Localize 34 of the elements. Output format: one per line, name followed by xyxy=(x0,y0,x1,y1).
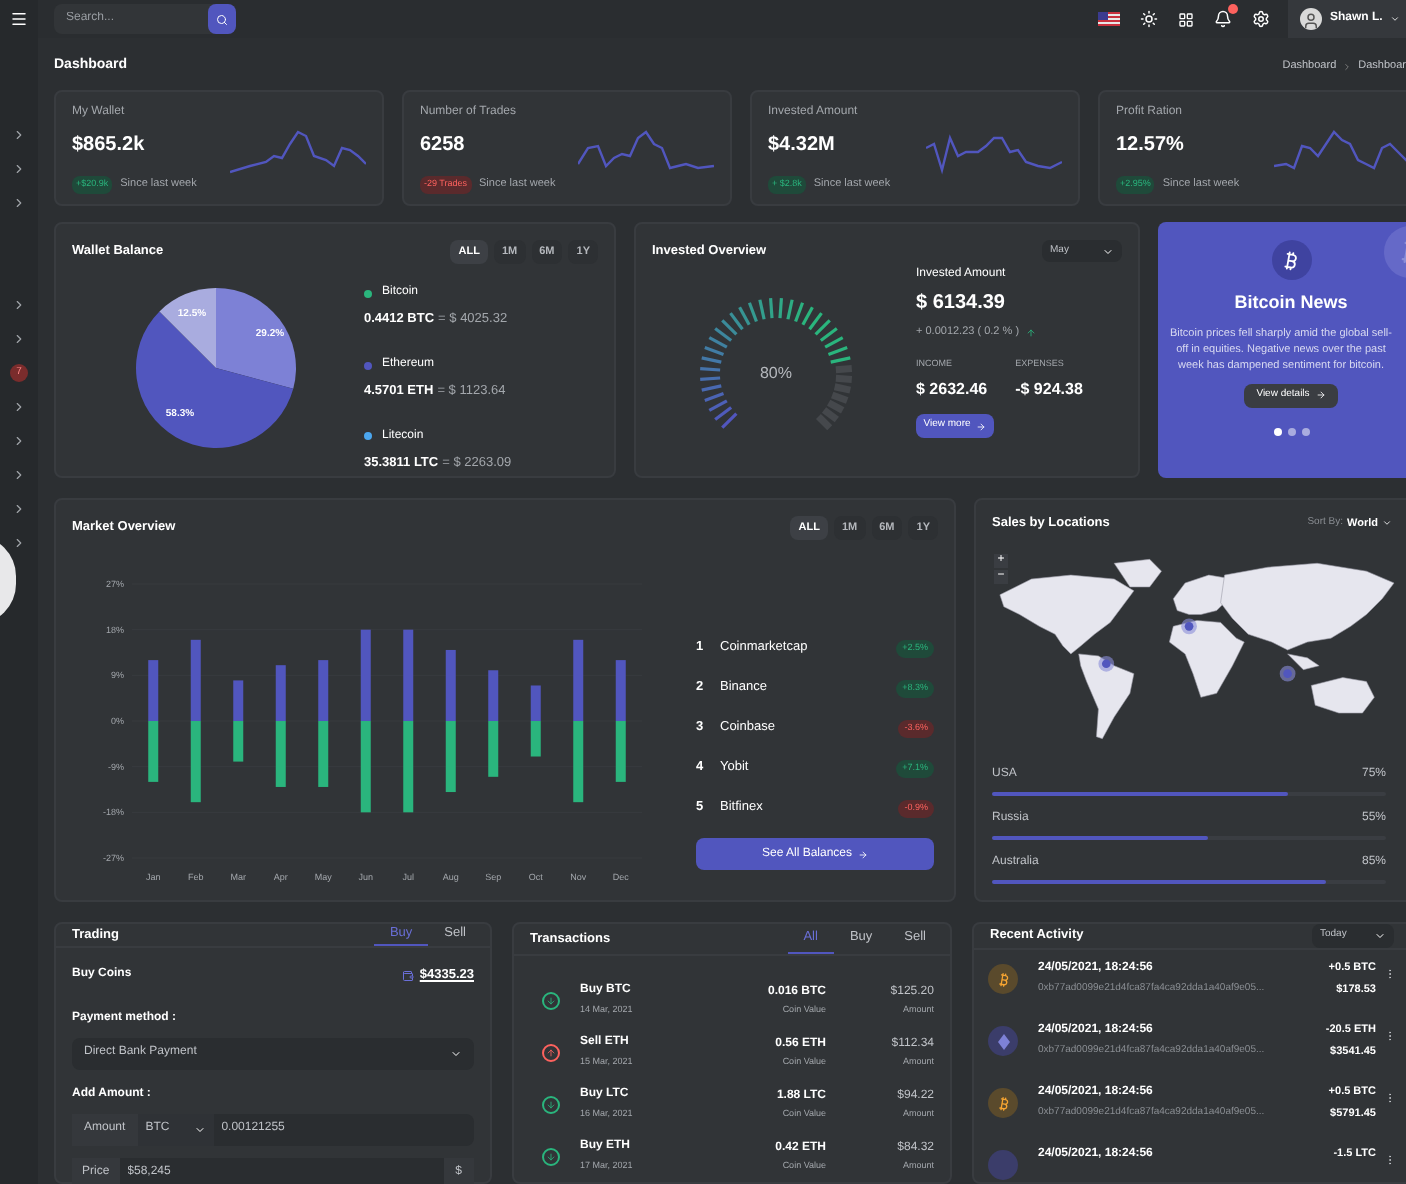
search-button[interactable] xyxy=(208,4,236,34)
menu-icon[interactable] xyxy=(10,10,28,28)
avatar xyxy=(1300,8,1322,30)
arrow-icon xyxy=(858,849,869,860)
caret-icon xyxy=(1102,245,1114,257)
wallet-icon xyxy=(401,969,414,982)
caret-icon xyxy=(1390,14,1401,24)
coin-icon xyxy=(988,1150,1018,1180)
notification-button[interactable] xyxy=(1214,10,1232,28)
stat-value: 6258 xyxy=(420,132,467,160)
income-value: $ 2632.46 xyxy=(916,378,988,402)
separator-icon xyxy=(1342,61,1353,71)
caret-icon xyxy=(193,1123,206,1135)
sun-icon[interactable] xyxy=(1140,10,1158,28)
arrow-icon xyxy=(976,421,987,431)
invested-amount: $ 6134.39 xyxy=(916,290,1007,318)
settings-icon[interactable] xyxy=(1252,10,1270,28)
stat-value: $4.32M xyxy=(768,132,837,160)
expenses-value: -$ 924.38 xyxy=(1015,378,1083,402)
news-title: Bitcoin News xyxy=(1234,290,1348,316)
stat-value: $865.2k xyxy=(72,132,147,160)
stat-value: 12.57% xyxy=(1116,132,1186,160)
caret-icon xyxy=(450,1047,462,1059)
caret-icon xyxy=(1382,518,1392,529)
gauge-reading: 80% xyxy=(757,362,794,386)
coin-icon xyxy=(988,1026,1018,1056)
sparkline xyxy=(230,128,366,176)
arrow-icon xyxy=(1315,390,1326,400)
flag-icon[interactable] xyxy=(1098,12,1120,26)
sparkline xyxy=(1274,128,1406,176)
search-icon xyxy=(216,13,228,25)
grid-icon[interactable] xyxy=(1178,11,1194,27)
up-arrow-icon xyxy=(1025,327,1036,338)
caret-icon xyxy=(1374,930,1386,942)
